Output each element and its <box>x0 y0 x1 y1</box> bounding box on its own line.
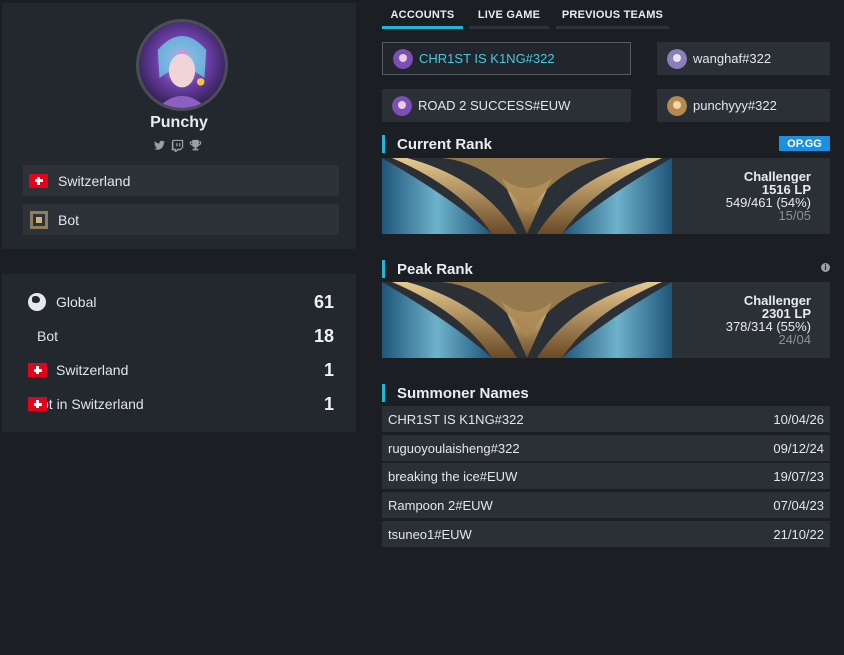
swiss-flag-icon <box>28 397 47 411</box>
list-item: Rampoon 2#EUW 07/04/23 <box>382 492 830 518</box>
ranking-value: 1 <box>323 359 334 380</box>
account-item[interactable]: CHR1ST IS K1NG#322 <box>382 42 631 75</box>
summoner-date: 21/10/22 <box>773 526 824 542</box>
social-links <box>153 139 202 152</box>
summoner-name: Rampoon 2#EUW <box>388 497 493 513</box>
summoner-name: ruguoyoulaisheng#322 <box>388 440 520 456</box>
account-name: CHR1ST IS K1NG#322 <box>419 51 555 66</box>
peak-rank-info: Challenger 2301 LP 378/314 (55%) 24/04 <box>726 294 811 346</box>
ranking-label: Switzerland <box>56 362 129 378</box>
ranking-card: Global 61 Bot 18 Switzerland 1 ot in Swi… <box>2 274 356 432</box>
tag-country: Switzerland <box>23 165 339 196</box>
summoner-date: 19/07/23 <box>773 468 824 484</box>
account-avatar <box>667 48 687 69</box>
account-item[interactable]: punchyyy#322 <box>657 89 830 122</box>
peak-rank-box: Challenger 2301 LP 378/314 (55%) 24/04 <box>382 282 830 358</box>
list-item: ruguoyoulaisheng#322 09/12/24 <box>382 435 830 461</box>
account-item[interactable]: ROAD 2 SUCCESS#EUW <box>382 89 631 122</box>
swiss-flag-icon <box>28 363 47 377</box>
rank-date: 24/04 <box>778 332 811 347</box>
account-name: punchyyy#322 <box>693 98 777 113</box>
ranking-label: Global <box>56 294 97 310</box>
account-name: ROAD 2 SUCCESS#EUW <box>418 98 571 113</box>
peak-rank-title: Peak Rank <box>382 260 473 278</box>
ranking-value: 18 <box>313 325 334 346</box>
list-item: tsuneo1#EUW 21/10/22 <box>382 521 830 547</box>
twitter-icon[interactable] <box>153 139 166 152</box>
tag-label: Bot <box>58 211 80 228</box>
summoner-date: 09/12/24 <box>773 440 824 456</box>
player-name: Punchy <box>150 114 208 131</box>
current-rank-title: Current Rank <box>382 135 492 153</box>
challenger-emblem-icon <box>382 158 672 234</box>
ranking-value: 1 <box>323 393 334 414</box>
summoner-name: CHR1ST IS K1NG#322 <box>388 411 524 427</box>
globe-icon <box>28 293 46 311</box>
account-name: wanghaf#322 <box>693 51 772 66</box>
swiss-flag-icon <box>29 171 48 190</box>
bot-role-icon <box>29 210 48 229</box>
tab-previous-teams[interactable]: PREVIOUS TEAMS <box>556 4 669 29</box>
account-avatar <box>667 95 687 116</box>
tag-role: Bot <box>23 204 339 235</box>
profile-card: Punchy Switzerland Bot <box>2 3 356 249</box>
ranking-label: ot in Switzerland <box>41 396 144 412</box>
ranking-label: Bot <box>37 328 59 344</box>
tag-label: Switzerland <box>58 172 131 189</box>
summoner-name: breaking the ice#EUW <box>388 468 518 484</box>
rank-date: 15/05 <box>778 208 811 223</box>
challenger-emblem-icon <box>382 282 672 358</box>
account-avatar <box>393 48 413 69</box>
summoner-name: tsuneo1#EUW <box>388 526 472 542</box>
ranking-row-country: Switzerland 1 <box>28 355 334 385</box>
opgg-badge[interactable]: OP.GG <box>779 136 830 151</box>
ranking-row-role-country: ot in Switzerland 1 <box>28 389 334 419</box>
trophy-icon[interactable] <box>189 139 202 152</box>
summoner-names-title: Summoner Names <box>382 384 529 402</box>
account-avatar <box>392 95 412 116</box>
list-item: CHR1ST IS K1NG#322 10/04/26 <box>382 406 830 432</box>
current-rank-info: Challenger 1516 LP 549/461 (54%) 15/05 <box>726 170 811 222</box>
avatar <box>136 19 228 111</box>
summoner-date: 07/04/23 <box>773 497 824 513</box>
info-icon[interactable]: i <box>821 263 830 272</box>
ranking-row-global: Global 61 <box>28 287 334 317</box>
list-item: breaking the ice#EUW 19/07/23 <box>382 463 830 489</box>
tab-accounts[interactable]: ACCOUNTS <box>382 4 463 29</box>
twitch-icon[interactable] <box>171 139 184 152</box>
summoner-date: 10/04/26 <box>773 411 824 427</box>
ranking-value: 61 <box>313 291 334 312</box>
tab-live-game[interactable]: LIVE GAME <box>469 4 549 29</box>
current-rank-box: Challenger 1516 LP 549/461 (54%) 15/05 <box>382 158 830 234</box>
ranking-row-role: Bot 18 <box>37 321 334 351</box>
account-item[interactable]: wanghaf#322 <box>657 42 830 75</box>
